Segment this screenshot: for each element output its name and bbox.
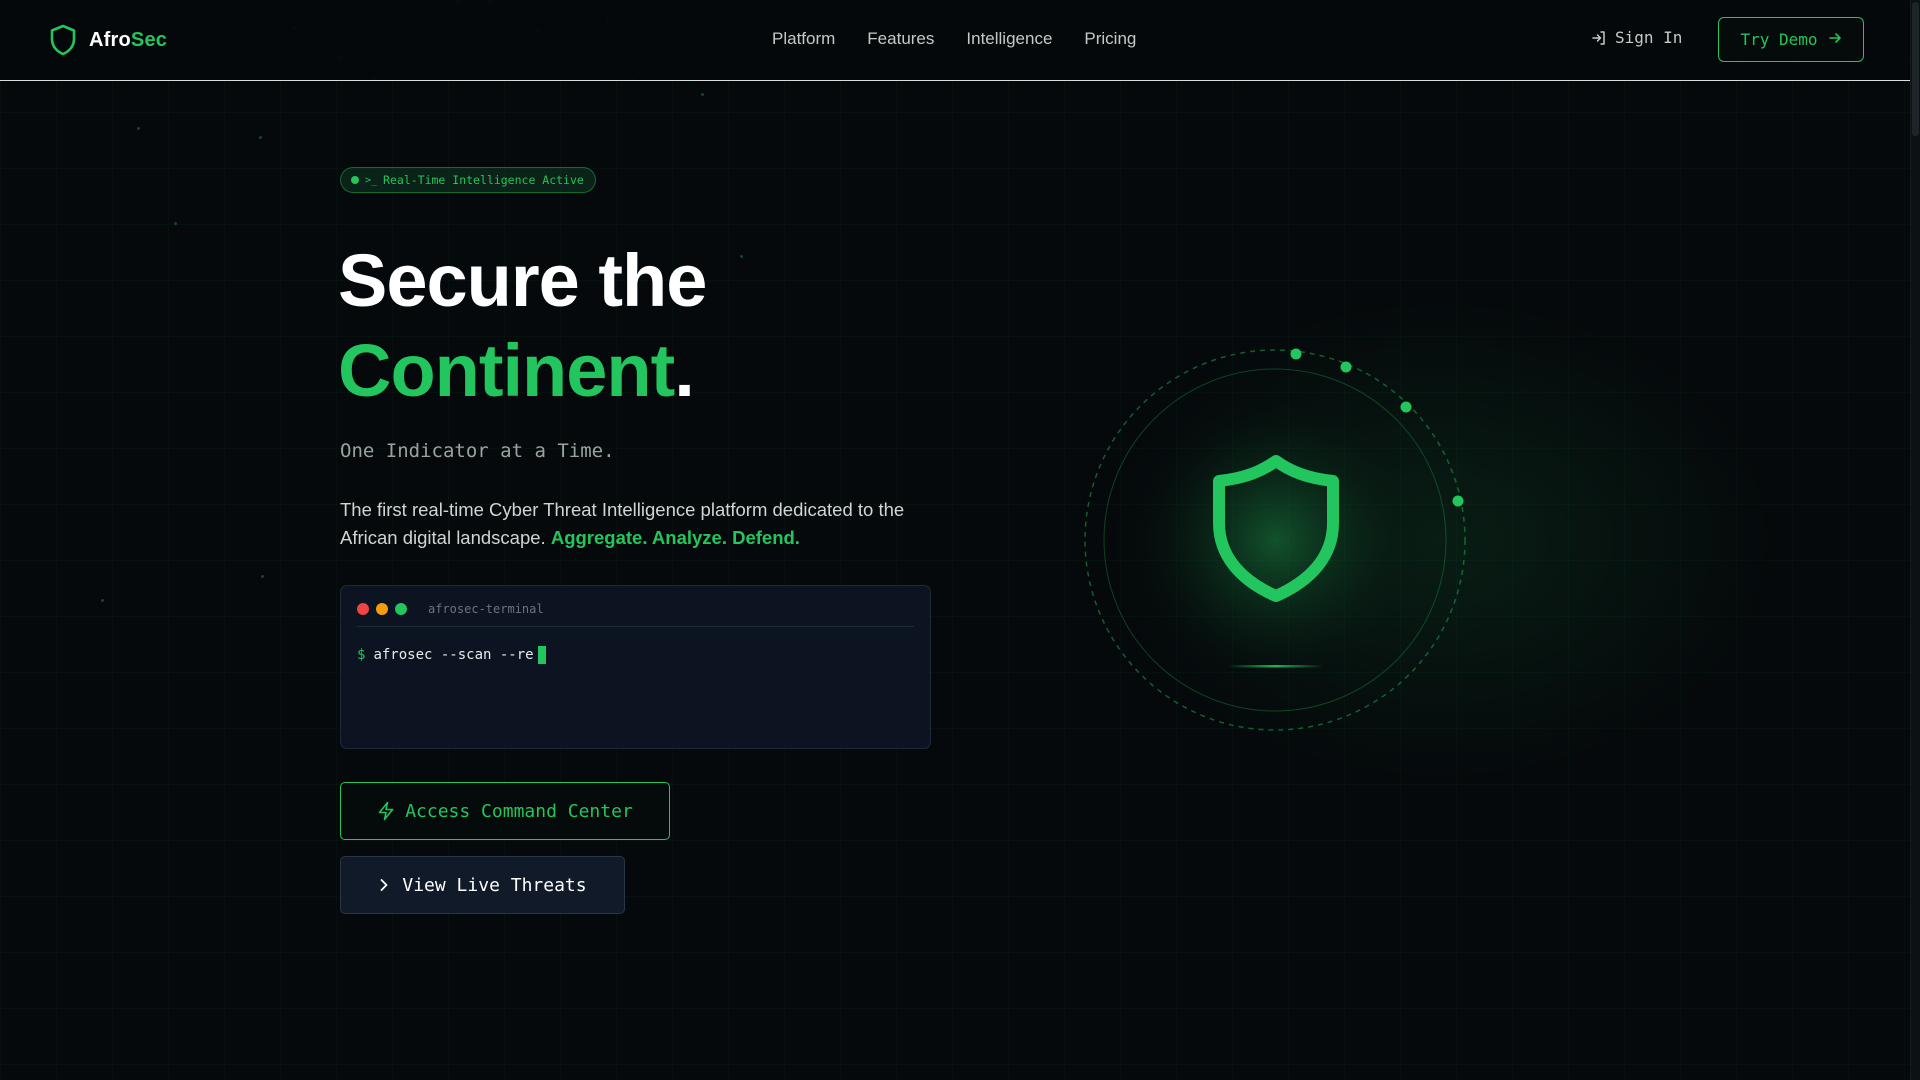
orbit-dot xyxy=(1340,361,1352,373)
scrollbar-thumb[interactable] xyxy=(1912,2,1919,136)
try-demo-label: Try Demo xyxy=(1740,30,1818,49)
terminal-minimize-dot xyxy=(376,603,388,615)
background-particle xyxy=(174,222,177,225)
sign-in-icon xyxy=(1591,30,1607,46)
shield-floor-line xyxy=(1228,665,1323,668)
nav-link-features[interactable]: Features xyxy=(867,29,934,49)
orbit-dot xyxy=(1290,348,1302,360)
orbit-dot xyxy=(1452,495,1464,507)
hero-headline-line-1: Secure the xyxy=(338,239,707,322)
shield-visual xyxy=(1080,345,1475,740)
background-grid xyxy=(0,0,1920,1080)
brand-logo[interactable]: AfroSec xyxy=(49,24,167,56)
sign-in-label: Sign In xyxy=(1615,28,1683,47)
sign-in-button[interactable]: Sign In xyxy=(1591,28,1682,47)
background-particle xyxy=(101,599,104,602)
try-demo-button[interactable]: Try Demo xyxy=(1718,17,1864,62)
hero-tagline: One Indicator at a Time. xyxy=(340,440,615,462)
terminal-window: afrosec-terminal $ afrosec --scan --re xyxy=(340,585,931,749)
page-scrollbar[interactable] xyxy=(1910,0,1920,1080)
hero-headline-accent: Continent xyxy=(338,329,675,412)
background-particle xyxy=(261,575,264,578)
orbit-dot xyxy=(1400,401,1412,413)
status-dot xyxy=(351,176,359,184)
main-nav: Platform Features Intelligence Pricing xyxy=(772,29,1136,49)
shield-core-glow xyxy=(1125,390,1425,690)
background-particle xyxy=(740,255,743,258)
access-command-center-label: Access Command Center xyxy=(405,800,633,822)
chevron-right-icon xyxy=(378,877,390,893)
terminal-title: afrosec-terminal xyxy=(428,602,544,616)
nav-link-pricing[interactable]: Pricing xyxy=(1084,29,1136,49)
hero-description-highlight: Aggregate. Analyze. Defend. xyxy=(550,527,800,548)
hero-description: The first real-time Cyber Threat Intelli… xyxy=(340,496,940,552)
terminal-maximize-dot xyxy=(395,603,407,615)
background-particle xyxy=(259,136,262,139)
status-badge: >_ Real-Time Intelligence Active xyxy=(340,167,596,193)
terminal-prompt: $ xyxy=(357,647,366,663)
brand-name-part-1: Afro xyxy=(89,28,131,51)
hero-headline-period: . xyxy=(674,329,695,412)
brand-name: AfroSec xyxy=(89,29,167,52)
background-particle xyxy=(137,127,140,130)
arrow-right-icon xyxy=(1828,30,1842,49)
top-nav-bar: AfroSec Platform Features Intelligence P… xyxy=(0,0,1910,81)
lightning-icon xyxy=(377,801,395,821)
terminal-title-bar: afrosec-terminal xyxy=(357,602,914,627)
brand-name-part-2: Sec xyxy=(130,28,168,51)
view-live-threats-label: View Live Threats xyxy=(402,874,587,896)
terminal-cursor xyxy=(537,646,546,664)
hero-headline-line-2: Continent. xyxy=(338,334,695,408)
nav-link-intelligence[interactable]: Intelligence xyxy=(966,29,1052,49)
terminal-command-line: $ afrosec --scan --re xyxy=(357,646,546,664)
background-particle xyxy=(701,93,704,96)
nav-link-platform[interactable]: Platform xyxy=(772,29,835,49)
shield-icon xyxy=(49,24,77,56)
status-badge-label: Real-Time Intelligence Active xyxy=(383,173,584,187)
access-command-center-button[interactable]: Access Command Center xyxy=(340,782,670,840)
terminal-command: afrosec --scan --re xyxy=(373,647,534,663)
terminal-close-dot xyxy=(357,603,369,615)
terminal-prompt-icon: >_ xyxy=(365,174,378,186)
view-live-threats-button[interactable]: View Live Threats xyxy=(340,856,625,914)
